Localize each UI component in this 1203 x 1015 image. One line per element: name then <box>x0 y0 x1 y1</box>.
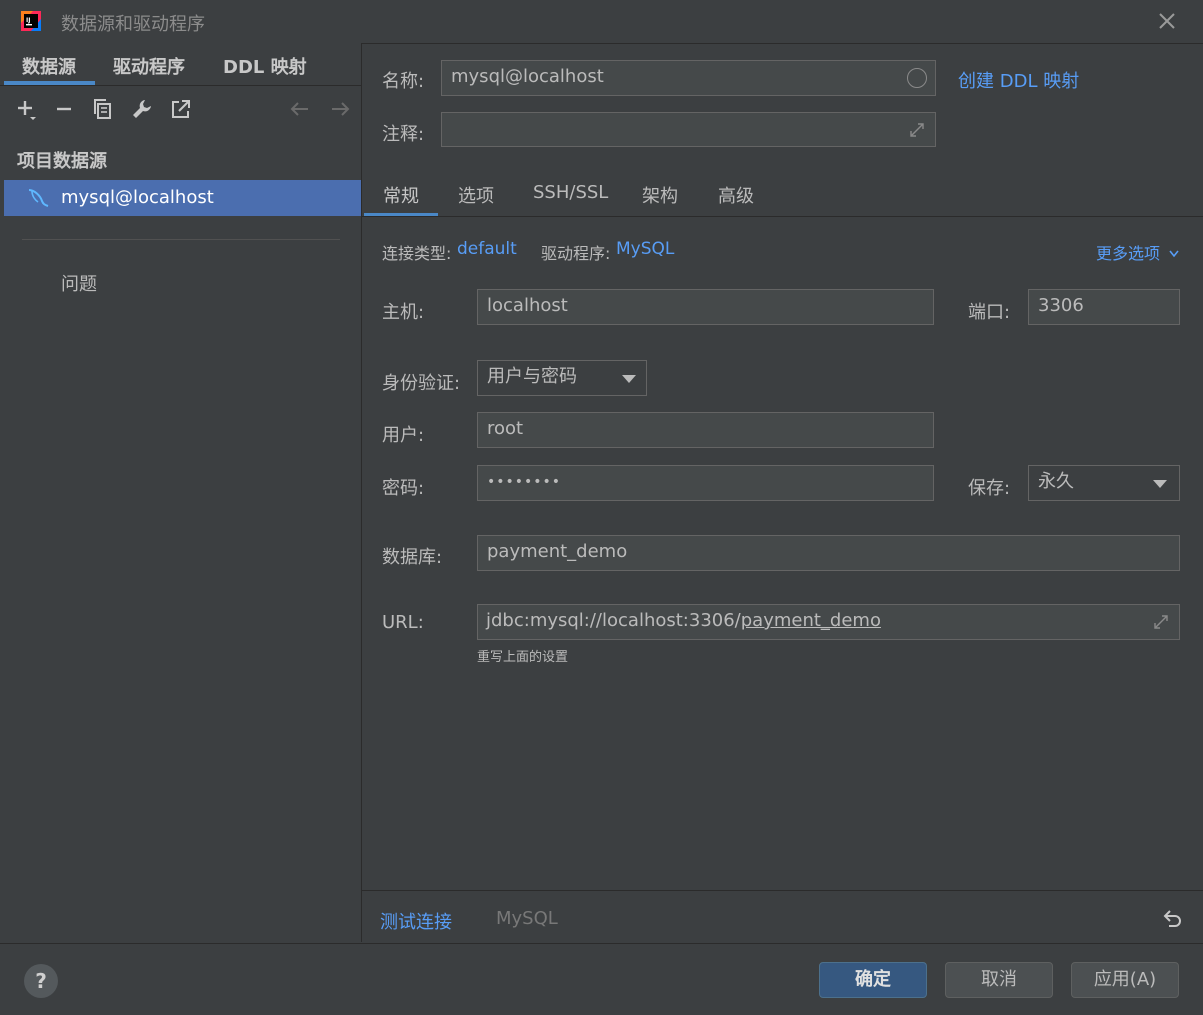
close-icon[interactable] <box>1154 8 1180 34</box>
create-ddl-mapping-link[interactable]: 创建 DDL 映射 <box>958 67 1079 93</box>
reset-icon[interactable] <box>1160 906 1184 930</box>
driver-label: 驱动程序: <box>541 244 611 263</box>
name-value: mysql@localhost <box>451 66 604 87</box>
user-label: 用户: <box>382 425 425 446</box>
save-value: 永久 <box>1038 471 1074 492</box>
save-select[interactable]: 永久 <box>1028 465 1180 501</box>
wrench-icon[interactable] <box>131 98 153 120</box>
test-connection-link[interactable]: 测试连接 <box>380 908 452 934</box>
comment-label: 注释: <box>382 124 425 145</box>
svg-text:IJ: IJ <box>26 17 30 24</box>
expand-icon[interactable] <box>907 120 927 140</box>
driver-name-label: MySQL <box>496 908 558 929</box>
password-label: 密码: <box>382 478 425 499</box>
name-label: 名称: <box>382 71 425 92</box>
expand-icon[interactable] <box>1151 612 1171 632</box>
database-label: 数据库: <box>382 547 443 568</box>
dropdown-arrow-icon <box>1153 480 1167 488</box>
back-arrow-icon[interactable] <box>289 98 311 120</box>
connection-type-label: 连接类型: <box>382 244 452 263</box>
password-field[interactable]: •••••••• <box>477 465 934 501</box>
url-label: URL: <box>382 612 424 633</box>
mysql-dolphin-icon <box>28 189 49 207</box>
connection-type-link[interactable]: default <box>457 239 517 259</box>
chevron-down-icon <box>1169 250 1179 258</box>
auth-label: 身份验证: <box>382 373 461 394</box>
more-options-link[interactable]: 更多选项 <box>1096 240 1180 264</box>
forward-arrow-icon[interactable] <box>329 98 351 120</box>
window-title: 数据源和驱动程序 <box>61 14 205 35</box>
project-datasources-heading: 项目数据源 <box>17 151 107 172</box>
add-icon[interactable] <box>15 98 37 120</box>
help-button[interactable]: ? <box>24 964 58 998</box>
datasource-item-label: mysql@localhost <box>61 187 214 208</box>
color-picker-icon[interactable] <box>907 68 927 88</box>
url-database: payment_demo <box>740 610 881 631</box>
tab-schemas[interactable]: 架构 <box>642 182 678 208</box>
auth-select[interactable]: 用户与密码 <box>477 360 647 396</box>
save-label: 保存: <box>968 478 1011 499</box>
driver-link[interactable]: MySQL <box>616 239 674 259</box>
divider <box>362 216 1203 217</box>
url-hint: 重写上面的设置 <box>477 650 569 665</box>
divider <box>22 239 340 240</box>
tab-options[interactable]: 选项 <box>458 182 494 208</box>
host-label: 主机: <box>382 302 425 323</box>
problems-item[interactable]: 问题 <box>61 270 97 296</box>
cancel-button[interactable]: 取消 <box>945 962 1053 998</box>
url-field[interactable]: jdbc:mysql://localhost:3306/payment_demo <box>477 604 1180 640</box>
tab-general[interactable]: 常规 <box>383 182 419 208</box>
tab-datasources[interactable]: 数据源 <box>22 53 76 79</box>
ok-button[interactable]: 确定 <box>819 962 927 998</box>
divider <box>0 85 361 86</box>
tab-drivers[interactable]: 驱动程序 <box>113 53 185 79</box>
external-link-icon[interactable] <box>170 98 192 120</box>
datasource-sidebar: 数据源 驱动程序 DDL 映射 项目数据源 mysql@localhost 问题 <box>0 43 362 942</box>
intellij-idea-icon: IJ <box>21 11 41 31</box>
comment-field[interactable] <box>441 112 936 147</box>
tab-ddl-mappings[interactable]: DDL 映射 <box>223 53 307 79</box>
url-prefix: jdbc:mysql://localhost:3306/ <box>486 610 741 631</box>
auth-value: 用户与密码 <box>487 366 577 387</box>
tab-ssh-ssl[interactable]: SSH/SSL <box>533 182 608 203</box>
dropdown-arrow-icon <box>622 375 636 383</box>
datasource-item-mysql-localhost[interactable]: mysql@localhost <box>4 180 361 216</box>
duplicate-icon[interactable] <box>92 98 114 120</box>
port-field[interactable]: 3306 <box>1028 289 1180 325</box>
tab-advanced[interactable]: 高级 <box>718 182 754 208</box>
apply-button[interactable]: 应用(A) <box>1071 962 1179 998</box>
divider <box>362 890 1203 891</box>
port-label: 端口: <box>968 302 1011 323</box>
database-field[interactable]: payment_demo <box>477 535 1180 571</box>
remove-icon[interactable] <box>53 98 75 120</box>
user-field[interactable]: root <box>477 412 934 448</box>
more-options-label: 更多选项 <box>1096 244 1161 263</box>
name-field[interactable]: mysql@localhost <box>441 60 936 96</box>
host-field[interactable]: localhost <box>477 289 934 325</box>
